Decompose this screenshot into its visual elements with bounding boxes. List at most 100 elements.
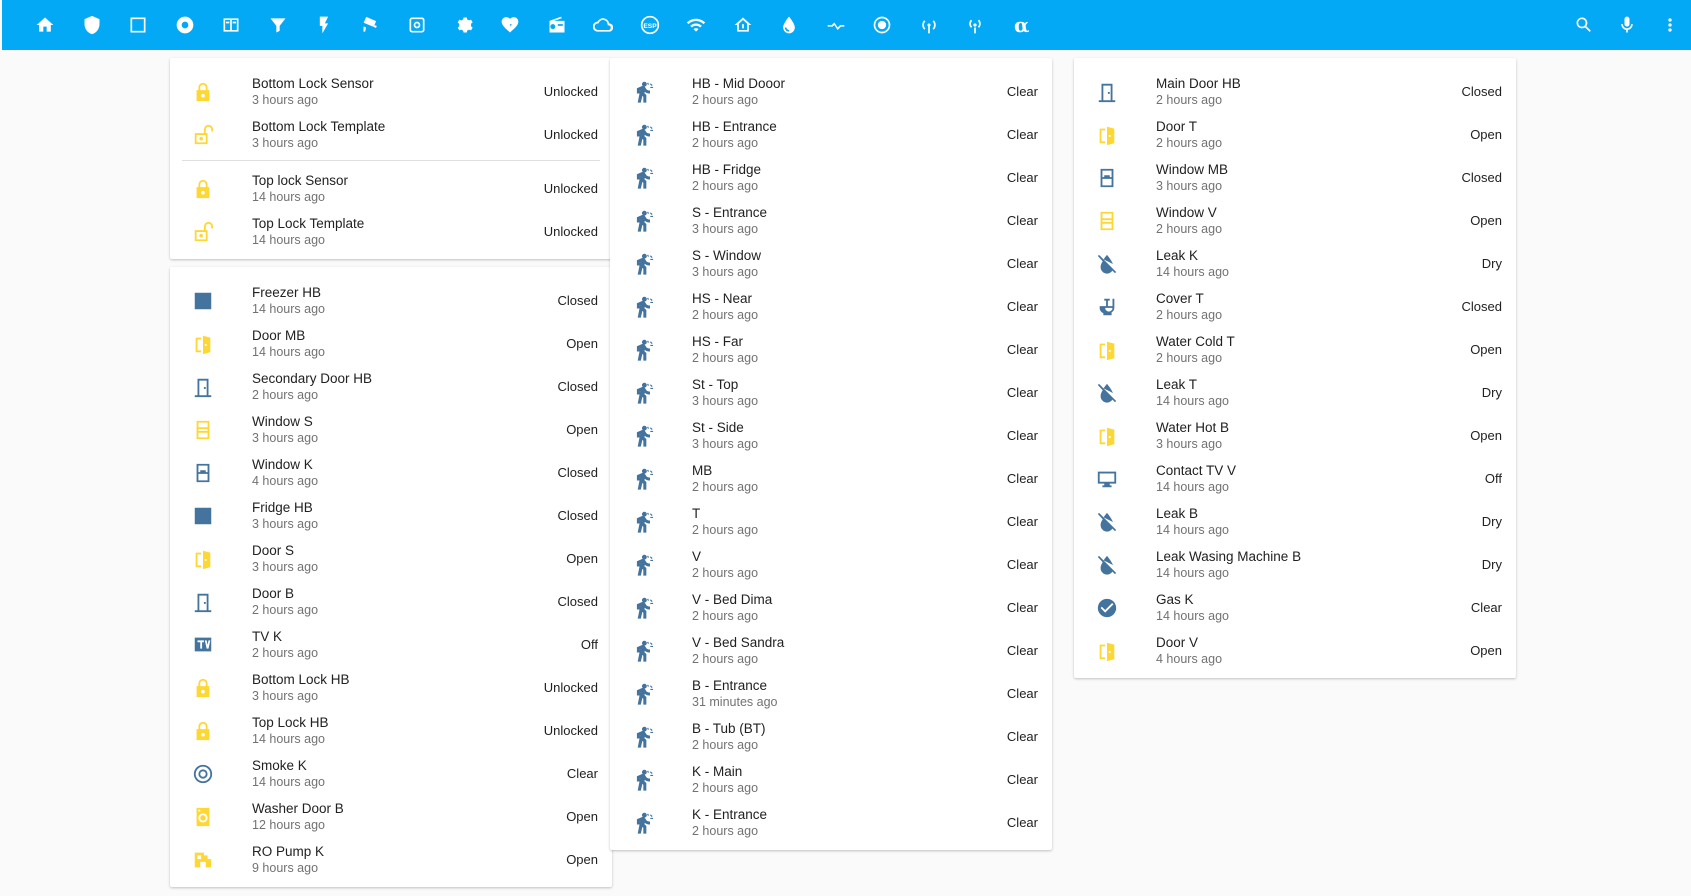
entity-row[interactable]: Door V4 hours ago Open (1074, 629, 1516, 672)
valve-icon[interactable] (813, 0, 860, 50)
entity-row[interactable]: Water Hot B3 hours ago Open (1074, 414, 1516, 457)
window-open-icon (190, 417, 216, 443)
entity-row[interactable]: Top Lock HB 14 hours ago Unlocked (170, 709, 612, 752)
entity-state: Clear (1006, 600, 1038, 615)
entity-row[interactable]: Cover T2 hours ago Closed (1074, 285, 1516, 328)
cloud-icon[interactable] (580, 0, 627, 50)
entity-row[interactable]: S - Window 3 hours ago Clear (610, 242, 1052, 285)
entity-row[interactable]: Window K4 hours ago Closed (170, 451, 612, 494)
entity-row[interactable]: K - Main 2 hours ago Clear (610, 758, 1052, 801)
entity-last-changed: 14 hours ago (252, 301, 325, 316)
entity-row[interactable]: HB - Entrance 2 hours ago Clear (610, 113, 1052, 156)
entity-name: Cover T (1156, 290, 1204, 306)
entity-row[interactable]: Door B2 hours ago Closed (170, 580, 612, 623)
view-tabs: ESP α (2, 0, 1045, 50)
home-icon[interactable] (22, 0, 69, 50)
entity-last-changed: 14 hours ago (252, 189, 325, 204)
door-open-icon (1094, 337, 1120, 363)
water-icon[interactable] (766, 0, 813, 50)
flash-icon[interactable] (301, 0, 348, 50)
entity-row[interactable]: HS - Far 2 hours ago Clear (610, 328, 1052, 371)
entity-row[interactable]: RO Pump K9 hours ago Open (170, 838, 612, 881)
microphone-icon[interactable] (1605, 0, 1648, 50)
gear-icon[interactable] (441, 0, 488, 50)
entity-row[interactable]: Door T2 hours ago Open (1074, 113, 1516, 156)
filter-icon[interactable] (255, 0, 302, 50)
robot-vacuum-icon[interactable] (394, 0, 441, 50)
shield-icon[interactable] (69, 0, 116, 50)
entity-row[interactable]: Bottom Lock Template 3 hours ago Unlocked (170, 113, 612, 156)
radio-icon[interactable] (534, 0, 581, 50)
entity-row[interactable]: Water Cold T2 hours ago Open (1074, 328, 1516, 371)
entity-row[interactable]: Fridge HB 3 hours ago Closed (170, 494, 612, 537)
search-icon[interactable] (1562, 0, 1605, 50)
entity-row[interactable]: Main Door HB 2 hours ago Closed (1074, 70, 1516, 113)
motion-icon (630, 595, 656, 621)
entity-row[interactable]: T2 hours ago Clear (610, 500, 1052, 543)
record-icon[interactable] (859, 0, 906, 50)
entity-row[interactable]: Top lock Sensor 14 hours ago Unlocked (170, 167, 612, 210)
entity-row[interactable]: Leak B 14 hours ago Dry (1074, 500, 1516, 543)
dots-vertical-icon[interactable] (1648, 0, 1691, 50)
entity-row[interactable]: Washer Door B 12 hours ago Open (170, 795, 612, 838)
entity-row[interactable]: S - Entrance 3 hours ago Clear (610, 199, 1052, 242)
check-circle-icon (1094, 595, 1120, 621)
entity-row[interactable]: V - Bed Dima 2 hours ago Clear (610, 586, 1052, 629)
entity-row[interactable]: HB - Mid Dooor 2 hours ago Clear (610, 70, 1052, 113)
entity-last-changed: 2 hours ago (692, 608, 759, 623)
cctv-icon[interactable] (348, 0, 395, 50)
entity-row[interactable]: Leak T 14 hours ago Dry (1074, 371, 1516, 414)
entity-row[interactable]: St - Top 3 hours ago Clear (610, 371, 1052, 414)
entity-row[interactable]: Window MB 3 hours ago Closed (1074, 156, 1516, 199)
entity-name: Water Cold T (1156, 333, 1235, 349)
entity-row[interactable]: B - Entrance 31 minutes ago Clear (610, 672, 1052, 715)
entity-row[interactable]: Bottom Lock HB 3 hours ago Unlocked (170, 666, 612, 709)
panel-icon[interactable] (208, 0, 255, 50)
entity-last-changed: 3 hours ago (692, 264, 759, 279)
entity-row[interactable]: Window V2 hours ago Open (1074, 199, 1516, 242)
entity-row[interactable]: K - Entrance 2 hours ago Clear (610, 801, 1052, 844)
door-open-icon (1094, 638, 1120, 664)
entity-row[interactable]: Door S3 hours ago Open (170, 537, 612, 580)
entity-row[interactable]: Gas K 14 hours ago Clear (1074, 586, 1516, 629)
antenna-icon[interactable] (906, 0, 953, 50)
entity-row[interactable]: TV K2 hours ago Off (170, 623, 612, 666)
entity-last-changed: 14 hours ago (1156, 522, 1229, 537)
entity-info: Washer Door B 12 hours ago (252, 800, 566, 834)
entity-row[interactable]: Leak Wasing Machine B 14 hours ago Dry (1074, 543, 1516, 586)
entity-last-changed: 3 hours ago (252, 430, 319, 445)
entity-row[interactable]: V - Bed Sandra 2 hours ago Clear (610, 629, 1052, 672)
entity-row[interactable]: Window S3 hours ago Open (170, 408, 612, 451)
entity-row[interactable]: Top Lock Template 14 hours ago Unlocked (170, 210, 612, 253)
square-icon[interactable] (115, 0, 162, 50)
wifi-icon[interactable] (673, 0, 720, 50)
alpha-icon[interactable]: α (999, 0, 1046, 50)
entity-row[interactable]: Secondary Door HB 2 hours ago Closed (170, 365, 612, 408)
entity-row[interactable]: V2 hours ago Clear (610, 543, 1052, 586)
entity-name: S - Entrance (692, 204, 768, 220)
esp-icon[interactable]: ESP (627, 0, 674, 50)
entity-state: Dry (1481, 385, 1502, 400)
entity-row[interactable]: B - Tub (BT) 2 hours ago Clear (610, 715, 1052, 758)
access-point-icon[interactable] (952, 0, 999, 50)
entity-row[interactable]: MB 2 hours ago Clear (610, 457, 1052, 500)
square-icon (190, 503, 216, 529)
entity-row[interactable]: Smoke K 14 hours ago Clear (170, 752, 612, 795)
entity-name: Leak T (1156, 376, 1198, 392)
entity-last-changed: 2 hours ago (252, 387, 319, 402)
entity-row[interactable]: HS - Near 2 hours ago Clear (610, 285, 1052, 328)
entity-name: Door MB (252, 327, 306, 343)
entity-row[interactable]: Leak K 14 hours ago Dry (1074, 242, 1516, 285)
entity-row[interactable]: Freezer HB 14 hours ago Closed (170, 279, 612, 322)
entity-row[interactable]: Contact TV V 14 hours ago Off (1074, 457, 1516, 500)
circle-icon[interactable] (162, 0, 209, 50)
entity-row[interactable]: HB - Fridge 2 hours ago Clear (610, 156, 1052, 199)
entity-info: Bottom Lock Template 3 hours ago (252, 118, 544, 152)
entity-row[interactable]: St - Side 3 hours ago Clear (610, 414, 1052, 457)
home-automation-icon[interactable] (720, 0, 767, 50)
entity-row[interactable]: Bottom Lock Sensor 3 hours ago Unlocked (170, 70, 612, 113)
door-open-icon (1094, 122, 1120, 148)
entity-row[interactable]: Door MB 14 hours ago Open (170, 322, 612, 365)
dashboard-column: Main Door HB 2 hours ago Closed Door T2 hou… (1074, 58, 1516, 686)
heart-pulse-icon[interactable] (487, 0, 534, 50)
